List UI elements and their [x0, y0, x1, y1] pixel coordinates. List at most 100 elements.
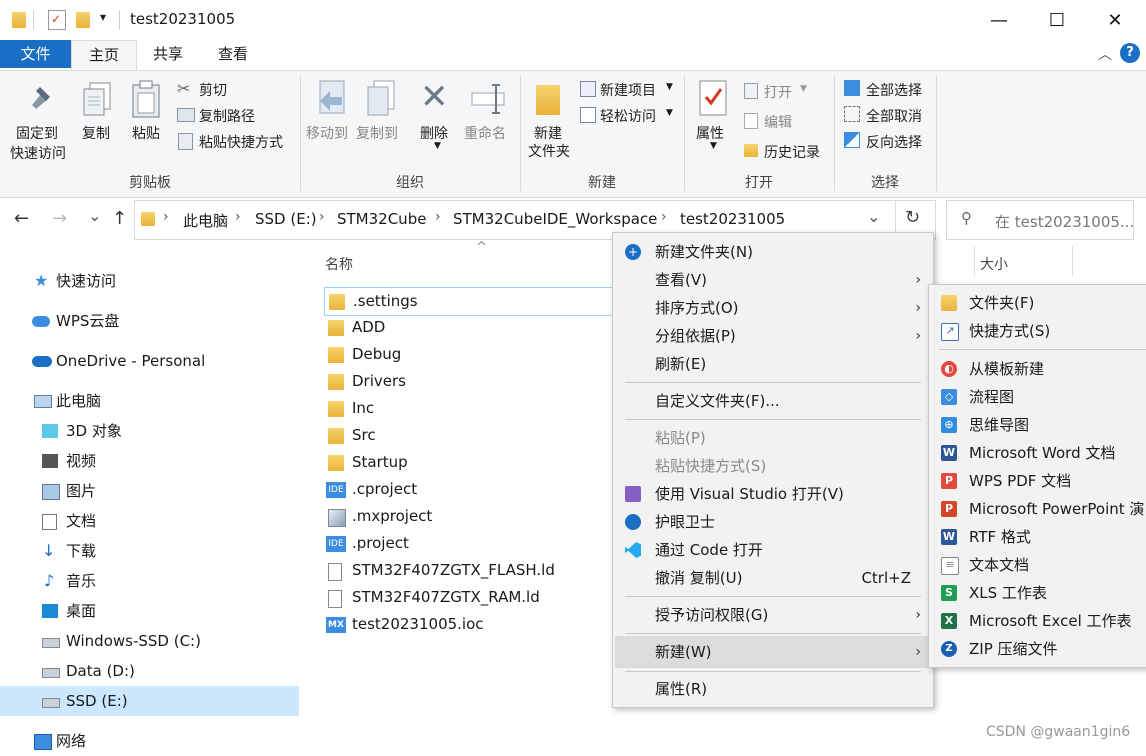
- edit-icon: [744, 113, 758, 129]
- submenu-item-from-template[interactable]: ◐ 从模板新建: [929, 355, 1146, 383]
- customize-quick-access-button[interactable]: ▾: [100, 10, 106, 24]
- recent-locations-button[interactable]: ⌄: [88, 206, 101, 225]
- sidebar-item-quick-access[interactable]: ★ 快速访问: [0, 266, 299, 296]
- sidebar-item-videos[interactable]: 视频: [0, 446, 299, 476]
- sidebar-item-onedrive[interactable]: OneDrive - Personal: [0, 346, 299, 376]
- submenu-item-flowchart[interactable]: ◇ 流程图: [929, 383, 1146, 411]
- menu-item-paste[interactable]: 粘贴(P): [613, 424, 933, 452]
- tab-file[interactable]: 文件: [0, 40, 71, 68]
- sidebar-item-documents[interactable]: 文档: [0, 506, 299, 536]
- submenu-item-excel[interactable]: X Microsoft Excel 工作表: [929, 607, 1146, 635]
- help-button[interactable]: ?: [1120, 43, 1140, 63]
- eye-guard-icon: [625, 514, 641, 530]
- folder-icon: [328, 455, 344, 471]
- sidebar-item-music[interactable]: ♪ 音乐: [0, 566, 299, 596]
- pin-to-quick-access-button[interactable]: 固定到 快速访问: [10, 81, 72, 171]
- sidebar-item-downloads[interactable]: ↓ 下载: [0, 536, 299, 566]
- collapse-ribbon-button[interactable]: ︿: [1098, 44, 1112, 64]
- column-header-name[interactable]: 名称: [325, 254, 353, 274]
- sidebar-item-drive-e[interactable]: SSD (E:): [0, 686, 299, 716]
- move-to-button[interactable]: 移动到: [306, 79, 356, 159]
- menu-item-view[interactable]: 查看(V) ›: [613, 266, 933, 294]
- breadcrumb-current[interactable]: test20231005: [680, 210, 785, 228]
- menu-item-open-with-code[interactable]: 通过 Code 打开: [613, 536, 933, 564]
- properties-quick-icon[interactable]: ✓: [48, 10, 66, 30]
- divider: [33, 10, 34, 30]
- sidebar-item-drive-c[interactable]: Windows-SSD (C:): [0, 626, 299, 656]
- submenu-item-wps-pdf[interactable]: P WPS PDF 文档: [929, 467, 1146, 495]
- maximize-button[interactable]: ☐: [1028, 0, 1086, 40]
- address-dropdown-button[interactable]: ⌄: [867, 207, 880, 226]
- submenu-item-mindmap[interactable]: ⊕ 思维导图: [929, 411, 1146, 439]
- new-folder-quick-icon[interactable]: [76, 12, 90, 28]
- submenu-item-zip[interactable]: Z ZIP 压缩文件: [929, 635, 1146, 663]
- invert-selection-icon: [844, 132, 860, 148]
- copy-icon: [83, 82, 111, 116]
- sidebar-item-wps-cloud[interactable]: WPS云盘: [0, 306, 299, 336]
- context-menu: + 新建文件夹(N) 查看(V) › 排序方式(O) › 分组依据(P) › 刷…: [612, 232, 934, 708]
- menu-item-group-by[interactable]: 分组依据(P) ›: [613, 322, 933, 350]
- new-folder-button[interactable]: 新建 文件夹: [526, 79, 574, 169]
- minimize-button[interactable]: —: [970, 0, 1028, 40]
- submenu-item-text-document[interactable]: ≡ 文本文档: [929, 551, 1146, 579]
- breadcrumb-separator[interactable]: ›: [319, 209, 325, 225]
- menu-item-refresh[interactable]: 刷新(E): [613, 350, 933, 378]
- tab-view[interactable]: 查看: [204, 40, 262, 68]
- submenu-item-label: WPS PDF 文档: [969, 472, 1072, 490]
- menu-item-label: 自定义文件夹(F)...: [655, 392, 780, 410]
- sidebar-item-drive-d[interactable]: Data (D:): [0, 656, 299, 686]
- file-name: Debug: [352, 345, 402, 363]
- paste-button[interactable]: 粘贴: [128, 79, 164, 149]
- submenu-item-word-doc[interactable]: W Microsoft Word 文档: [929, 439, 1146, 467]
- tab-share[interactable]: 共享: [140, 40, 196, 68]
- menu-item-properties[interactable]: 属性(R): [613, 675, 933, 703]
- submenu-item-powerpoint[interactable]: P Microsoft PowerPoint 演: [929, 495, 1146, 523]
- sidebar-item-3d-objects[interactable]: 3D 对象: [0, 416, 299, 446]
- up-button[interactable]: ↑: [112, 208, 127, 229]
- breadcrumb-separator[interactable]: ›: [661, 209, 667, 225]
- menu-item-sort-by[interactable]: 排序方式(O) ›: [613, 294, 933, 322]
- submenu-item-xls[interactable]: S XLS 工作表: [929, 579, 1146, 607]
- submenu-item-rtf[interactable]: W RTF 格式: [929, 523, 1146, 551]
- sidebar-item-this-pc[interactable]: 此电脑: [0, 386, 299, 416]
- tab-home[interactable]: 主页: [71, 40, 137, 70]
- menu-item-eye-protection[interactable]: 护眼卫士: [613, 508, 933, 536]
- menu-item-new[interactable]: 新建(W) ›: [615, 636, 931, 668]
- submenu-item-shortcut[interactable]: ↗ 快捷方式(S): [929, 317, 1146, 345]
- file-row-settings[interactable]: .settings: [324, 287, 614, 316]
- menu-item-customize-folder[interactable]: 自定义文件夹(F)...: [613, 387, 933, 415]
- menu-item-paste-shortcut[interactable]: 粘贴快捷方式(S): [613, 452, 933, 480]
- back-button[interactable]: ←: [14, 208, 29, 229]
- menu-item-give-access[interactable]: 授予访问权限(G) ›: [613, 601, 933, 629]
- paste-label: 粘贴: [132, 126, 160, 142]
- sidebar-item-desktop[interactable]: 桌面: [0, 596, 299, 626]
- breadcrumb-ssd[interactable]: SSD (E:): [255, 210, 317, 228]
- submenu-item-label: 文本文档: [969, 556, 1030, 574]
- menu-item-open-with-visual-studio[interactable]: 使用 Visual Studio 打开(V): [613, 480, 933, 508]
- new-folder-icon: +: [625, 244, 641, 260]
- copy-button[interactable]: 复制: [80, 81, 116, 151]
- forward-button[interactable]: →: [52, 208, 67, 229]
- menu-item-new-folder[interactable]: + 新建文件夹(N): [613, 238, 933, 266]
- copy-to-button[interactable]: 复制到: [356, 79, 406, 159]
- search-box[interactable]: ⚲ 在 test20231005...: [946, 200, 1134, 240]
- breadcrumb-stm32cube[interactable]: STM32Cube: [337, 210, 426, 228]
- sidebar-item-pictures[interactable]: 图片: [0, 476, 299, 506]
- breadcrumb-separator[interactable]: ›: [235, 209, 241, 225]
- breadcrumb-this-pc[interactable]: 此电脑: [183, 210, 228, 231]
- submenu-item-label: Microsoft Excel 工作表: [969, 612, 1132, 630]
- column-header-size[interactable]: 大小: [980, 254, 1008, 274]
- delete-button[interactable]: ✕ 删除 ▼: [416, 77, 456, 159]
- submenu-item-folder[interactable]: 文件夹(F): [929, 289, 1146, 317]
- pdf-icon: P: [941, 473, 957, 489]
- breadcrumb-workspace[interactable]: STM32CubeIDE_Workspace: [453, 210, 657, 228]
- breadcrumb-separator[interactable]: ›: [163, 209, 169, 225]
- menu-item-undo-copy[interactable]: 撤消 复制(U) Ctrl+Z: [613, 564, 933, 592]
- breadcrumb-separator[interactable]: ›: [435, 209, 441, 225]
- sidebar-item-label: Data (D:): [66, 662, 135, 680]
- properties-button[interactable]: 属性 ▼: [694, 79, 734, 159]
- close-button[interactable]: ✕: [1086, 0, 1144, 40]
- rename-button[interactable]: 重命名: [464, 79, 514, 159]
- new-submenu: 文件夹(F) ↗ 快捷方式(S) ◐ 从模板新建 ◇ 流程图 ⊕ 思维导图 W …: [928, 284, 1146, 668]
- refresh-button[interactable]: ↻: [905, 207, 920, 228]
